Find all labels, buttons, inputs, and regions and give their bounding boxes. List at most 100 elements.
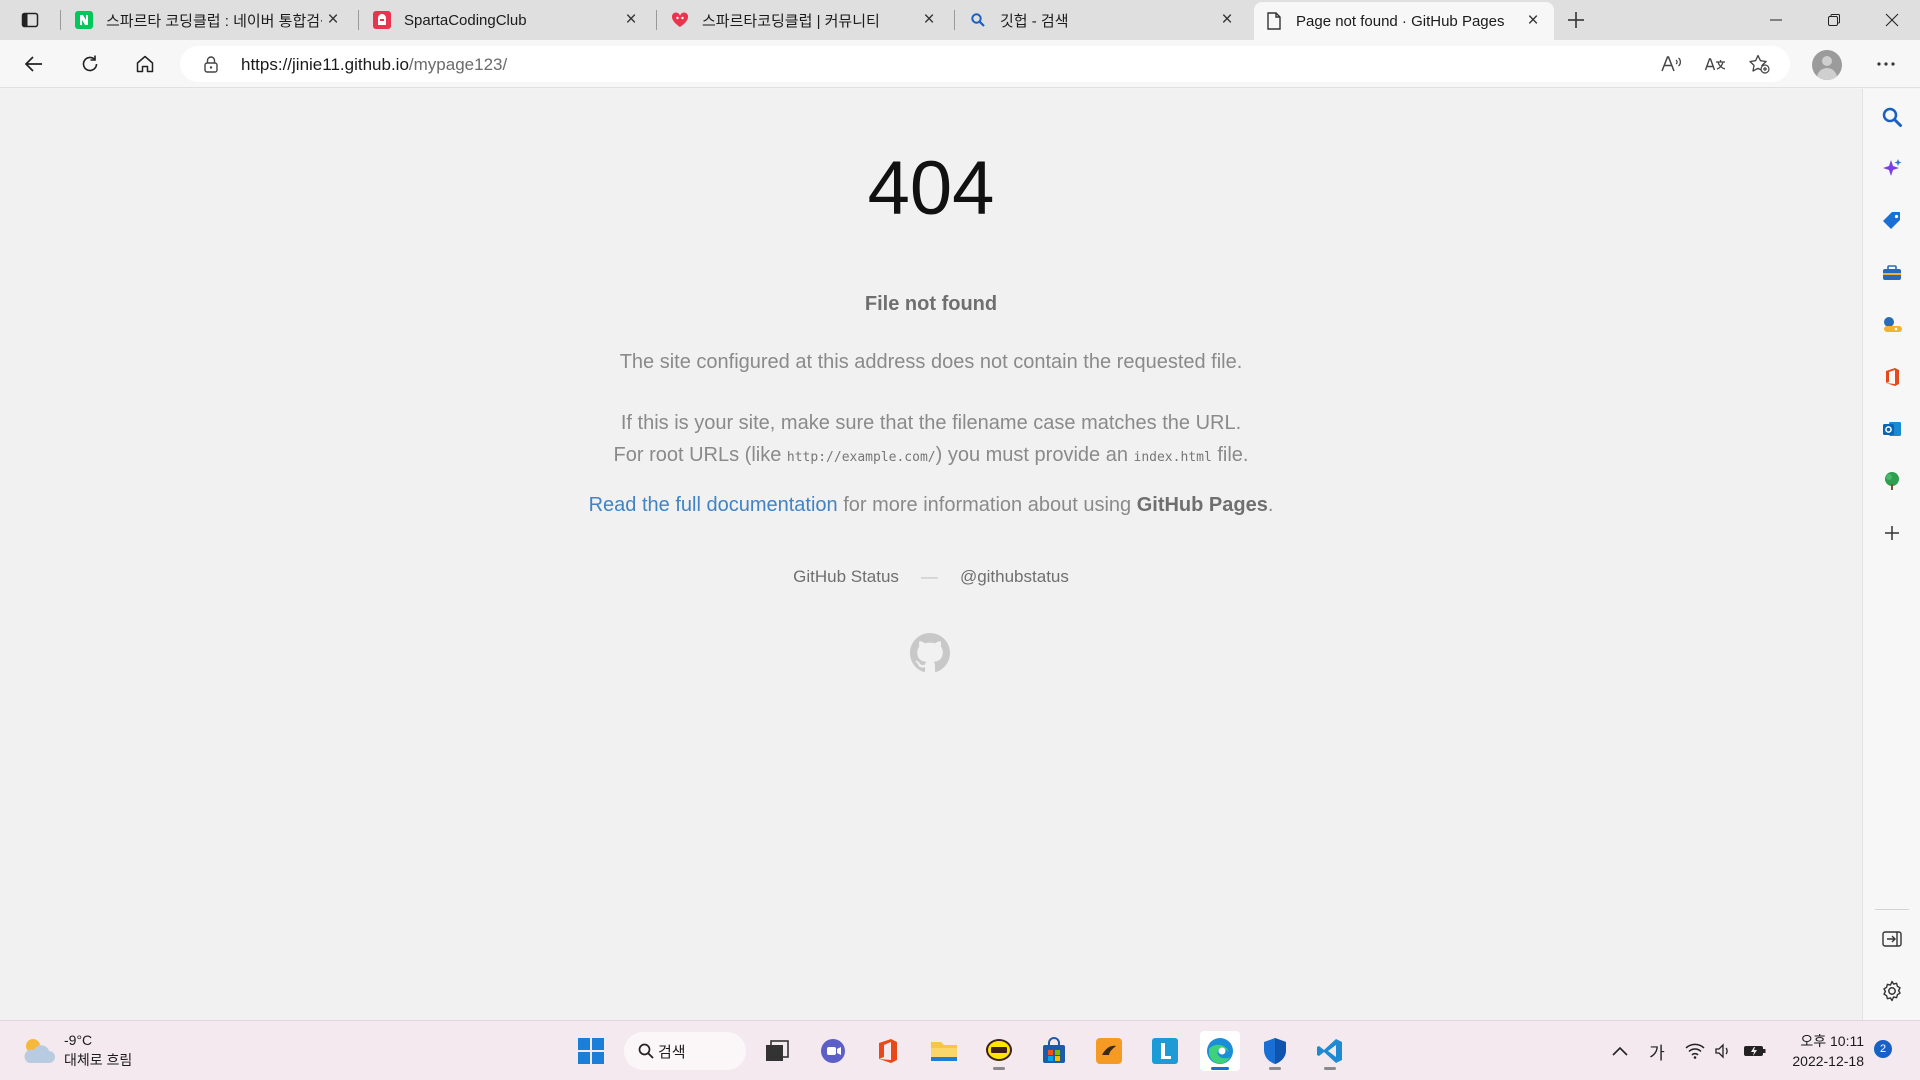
- battery-button[interactable]: [1742, 1039, 1768, 1063]
- sidebar-games-button[interactable]: [1878, 311, 1906, 339]
- notification-badge[interactable]: 2: [1874, 1040, 1892, 1058]
- sidebar-search-button[interactable]: [1878, 103, 1906, 131]
- taskbar-search-label: 검색: [658, 1043, 686, 1061]
- kakaotalk-button[interactable]: [979, 1031, 1019, 1071]
- tab-github-search[interactable]: 깃헙 - 검색 ×: [958, 4, 1248, 36]
- add-favorite-button[interactable]: [1746, 52, 1772, 76]
- sparta-icon: [372, 10, 392, 30]
- tab-page-not-found[interactable]: Page not found · GitHub Pages ×: [1254, 2, 1554, 40]
- shopping-tag-icon: [1883, 212, 1900, 229]
- sidebar-outlook-button[interactable]: [1878, 415, 1906, 443]
- address-bar[interactable]: https://jinie11.github.io/mypage123/: [180, 46, 1790, 82]
- defender-button[interactable]: [1255, 1031, 1295, 1071]
- search-icon: [638, 1043, 654, 1059]
- edge-sidebar: [1862, 89, 1920, 1020]
- example-url-code: http://example.com/: [786, 450, 936, 465]
- tab-title: 스파르타 코딩클럽 : 네이버 통합검색: [106, 12, 322, 30]
- sparta-heart-icon: [670, 10, 690, 30]
- weather-condition: 대체로 흐림: [64, 1052, 133, 1068]
- taskbar-clock[interactable]: 오후 10:11 2022-12-18: [1768, 1031, 1888, 1071]
- plus-icon: [1885, 526, 1899, 540]
- help-text-a: For root URLs (like: [613, 444, 787, 466]
- close-icon[interactable]: ×: [1522, 10, 1544, 32]
- office-icon: [1886, 368, 1899, 386]
- battery-charging-icon: [1744, 1046, 1766, 1056]
- footer-dash: —: [920, 567, 938, 586]
- sidebar-shopping-button[interactable]: [1878, 207, 1906, 235]
- close-icon[interactable]: ×: [322, 9, 344, 31]
- tab-spartacodingclub[interactable]: SpartaCodingClub ×: [362, 4, 652, 36]
- vscode-button[interactable]: [1310, 1031, 1350, 1071]
- folder-icon: [931, 1042, 957, 1061]
- close-icon[interactable]: ×: [918, 9, 940, 31]
- volume-button[interactable]: [1712, 1039, 1734, 1063]
- back-button[interactable]: [16, 46, 52, 82]
- minimize-icon: [1770, 19, 1782, 21]
- bandizip-icon: [1096, 1038, 1122, 1064]
- url-host: https://jinie11.github.io: [241, 55, 409, 74]
- start-button[interactable]: [571, 1031, 611, 1071]
- github-status-link[interactable]: GitHub Status: [793, 567, 899, 586]
- taskbar-search[interactable]: 검색: [624, 1032, 746, 1070]
- refresh-button[interactable]: [72, 46, 108, 82]
- wifi-button[interactable]: [1683, 1039, 1707, 1063]
- bandizip-button[interactable]: [1089, 1031, 1129, 1071]
- l-app-icon: [1152, 1038, 1178, 1064]
- settings-more-button[interactable]: [1868, 46, 1904, 82]
- edge-icon: [1207, 1038, 1233, 1064]
- outlook-icon: [1883, 422, 1901, 436]
- search-icon: [1882, 107, 1902, 127]
- edge-browser-button[interactable]: [1200, 1031, 1240, 1071]
- tab-title: SpartaCodingClub: [404, 11, 527, 29]
- sidebar-office-button[interactable]: [1878, 363, 1906, 391]
- documentation-link[interactable]: Read the full documentation: [589, 494, 838, 516]
- githubstatus-twitter-link[interactable]: @githubstatus: [960, 567, 1069, 586]
- github-logo-icon[interactable]: [910, 633, 950, 673]
- restore-button[interactable]: [1806, 0, 1862, 40]
- tab-actions-button[interactable]: [8, 4, 52, 36]
- sidebar-settings-button[interactable]: [1878, 977, 1906, 1005]
- tab-separator: [358, 10, 359, 30]
- read-aloud-button[interactable]: [1658, 52, 1684, 76]
- sidebar-add-button[interactable]: [1878, 519, 1906, 547]
- sidebar-tools-button[interactable]: [1878, 259, 1906, 287]
- running-indicator: [993, 1067, 1005, 1070]
- office-app-button[interactable]: [868, 1031, 908, 1071]
- url-path: /mypage123/: [408, 55, 508, 74]
- new-tab-button[interactable]: [1560, 6, 1592, 34]
- teams-chat-button[interactable]: [813, 1031, 853, 1071]
- tab-separator: [954, 10, 955, 30]
- home-button[interactable]: [127, 46, 163, 82]
- more-dots-icon: [1877, 62, 1895, 66]
- home-icon: [136, 55, 154, 73]
- lock-icon[interactable]: [202, 55, 220, 73]
- microsoft-store-button[interactable]: [1034, 1031, 1074, 1071]
- task-view-button[interactable]: [757, 1031, 797, 1071]
- translate-button[interactable]: [1702, 52, 1728, 76]
- sidebar-hide-button[interactable]: [1878, 925, 1906, 953]
- tab-sparta-community[interactable]: 스파르타코딩클럽 | 커뮤니티 ×: [660, 4, 950, 36]
- l-app-button[interactable]: [1145, 1031, 1185, 1071]
- page-icon: [1264, 11, 1284, 31]
- sidebar-discover-button[interactable]: [1878, 155, 1906, 183]
- close-window-button[interactable]: [1864, 0, 1920, 40]
- minimize-button[interactable]: [1748, 0, 1804, 40]
- weather-widget[interactable]: -9°C 대체로 흐림: [20, 1031, 160, 1071]
- github-pages-label: GitHub Pages: [1136, 494, 1268, 516]
- profile-avatar[interactable]: [1812, 50, 1842, 80]
- tab-naver[interactable]: 스파르타 코딩클럽 : 네이버 통합검색 ×: [64, 4, 354, 36]
- clock-time: 오후 10:11: [1800, 1033, 1864, 1049]
- tab-separator: [656, 10, 657, 30]
- file-explorer-button[interactable]: [924, 1031, 964, 1071]
- show-hidden-icons-button[interactable]: [1608, 1039, 1632, 1063]
- search-icon: [968, 10, 988, 30]
- close-icon[interactable]: ×: [620, 9, 642, 31]
- close-icon[interactable]: ×: [1216, 9, 1238, 31]
- ime-indicator[interactable]: 가: [1645, 1039, 1669, 1063]
- weather-cloud-icon: [24, 1039, 55, 1063]
- documentation-line: Read the full documentation for more inf…: [0, 494, 1862, 517]
- avatar-head: [1822, 56, 1832, 66]
- sidebar-tree-button[interactable]: [1878, 467, 1906, 495]
- vscode-icon: [1317, 1039, 1342, 1063]
- url-text[interactable]: https://jinie11.github.io/mypage123/: [241, 55, 507, 75]
